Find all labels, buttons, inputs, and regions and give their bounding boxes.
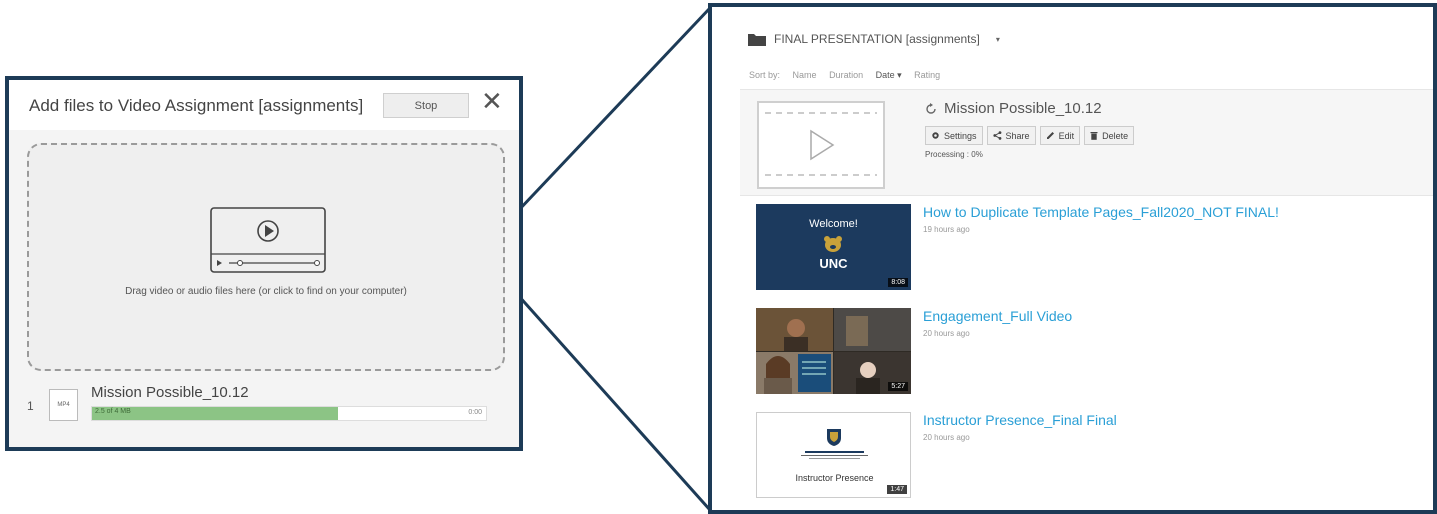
university-seal-icon — [827, 429, 841, 446]
media-item-title[interactable]: How to Duplicate Template Pages_Fall2020… — [923, 204, 1279, 220]
upload-file-name: Mission Possible_10.12 — [91, 384, 249, 401]
duration-badge: 8:08 — [888, 278, 908, 287]
play-icon — [765, 112, 877, 176]
settings-label: Settings — [944, 130, 977, 141]
folder-title: FINAL PRESENTATION [assignments] — [774, 32, 980, 46]
folder-icon — [748, 33, 766, 46]
sort-option-name[interactable]: Name — [793, 70, 817, 80]
chevron-down-icon[interactable]: ▾ — [996, 35, 1000, 44]
media-item-time: 20 hours ago — [923, 329, 970, 338]
processing-media-item: Mission Possible_10.12 Settings Share Ed… — [740, 89, 1433, 196]
video-player-icon — [210, 207, 326, 273]
upload-progress-time: 0:00 — [468, 409, 482, 416]
processing-status: Processing : 0% — [925, 150, 983, 159]
university-wordmark-image — [801, 451, 868, 459]
mp4-file-icon: MP4 — [49, 389, 78, 421]
share-icon — [992, 131, 1001, 140]
media-item-title[interactable]: Engagement_Full Video — [923, 308, 1072, 324]
dropzone-instructions: Drag video or audio files here (or click… — [125, 286, 407, 297]
settings-button[interactable]: Settings — [925, 126, 983, 145]
processing-title-row: Mission Possible_10.12 — [925, 100, 1102, 117]
sort-label: Sort by: — [749, 70, 781, 80]
processing-title[interactable]: Mission Possible_10.12 — [944, 100, 1102, 117]
delete-label: Delete — [1102, 130, 1129, 141]
share-button[interactable]: Share — [986, 126, 1036, 145]
media-item-time: 20 hours ago — [923, 433, 970, 442]
sort-bar: Sort by: Name Duration Date ▾ Rating — [749, 70, 950, 81]
media-library-panel: FINAL PRESENTATION [assignments] ▾ Sort … — [708, 3, 1437, 514]
media-item[interactable]: 5:27 Engagement_Full Video 20 hours ago — [756, 308, 1416, 398]
video-thumbnail[interactable]: Instructor Presence 1:47 — [756, 412, 911, 498]
thumbnail-presence-text: Instructor Presence — [795, 473, 874, 483]
folder-selector[interactable]: FINAL PRESENTATION [assignments] ▾ — [748, 29, 1000, 49]
item-action-buttons: Settings Share Edit Delete — [925, 126, 1138, 145]
upload-file-row: 1 MP4 Mission Possible_10.12 2.5 of 4 MB… — [9, 380, 519, 440]
trash-icon — [1090, 132, 1098, 140]
upload-progress-bar: 2.5 of 4 MB 0:00 — [91, 406, 487, 421]
stop-button[interactable]: Stop — [383, 93, 469, 118]
pencil-icon — [1046, 132, 1054, 139]
duration-badge: 5:27 — [888, 382, 908, 391]
thumbnail-welcome-text: Welcome! — [809, 218, 858, 230]
video-thumbnail[interactable]: 5:27 — [756, 308, 911, 394]
sort-option-duration[interactable]: Duration — [829, 70, 863, 80]
upload-dialog: Add files to Video Assignment [assignmen… — [5, 76, 523, 451]
video-thumbnail[interactable]: Welcome! UNC 8:08 — [756, 204, 911, 290]
share-label: Share — [1005, 130, 1030, 141]
media-item-time: 19 hours ago — [923, 225, 970, 234]
sync-icon — [926, 102, 936, 114]
sort-option-rating[interactable]: Rating — [914, 70, 940, 80]
dialog-header: Add files to Video Assignment [assignmen… — [9, 80, 519, 130]
delete-button[interactable]: Delete — [1084, 126, 1135, 145]
edit-label: Edit — [1058, 130, 1075, 141]
edit-button[interactable]: Edit — [1039, 126, 1081, 145]
sort-option-date[interactable]: Date ▾ — [876, 70, 902, 80]
gear-icon — [932, 132, 939, 139]
media-item[interactable]: Welcome! UNC 8:08 How to Duplicate Templ… — [756, 204, 1416, 294]
media-item-title[interactable]: Instructor Presence_Final Final — [923, 412, 1117, 428]
placeholder-thumbnail — [757, 101, 885, 189]
thumbnail-logo-text: UNC — [819, 256, 848, 271]
file-index: 1 — [27, 399, 34, 413]
close-icon[interactable]: ✕ — [481, 88, 503, 114]
media-item[interactable]: Instructor Presence 1:47 Instructor Pres… — [756, 412, 1416, 502]
upload-progress-fill: 2.5 of 4 MB — [92, 407, 339, 420]
file-dropzone[interactable]: Drag video or audio files here (or click… — [27, 143, 505, 371]
duration-badge: 1:47 — [887, 485, 907, 494]
bear-logo-icon — [824, 236, 842, 252]
upload-progress-text: 2.5 of 4 MB — [95, 408, 131, 415]
dialog-title: Add files to Video Assignment [assignmen… — [29, 96, 364, 115]
